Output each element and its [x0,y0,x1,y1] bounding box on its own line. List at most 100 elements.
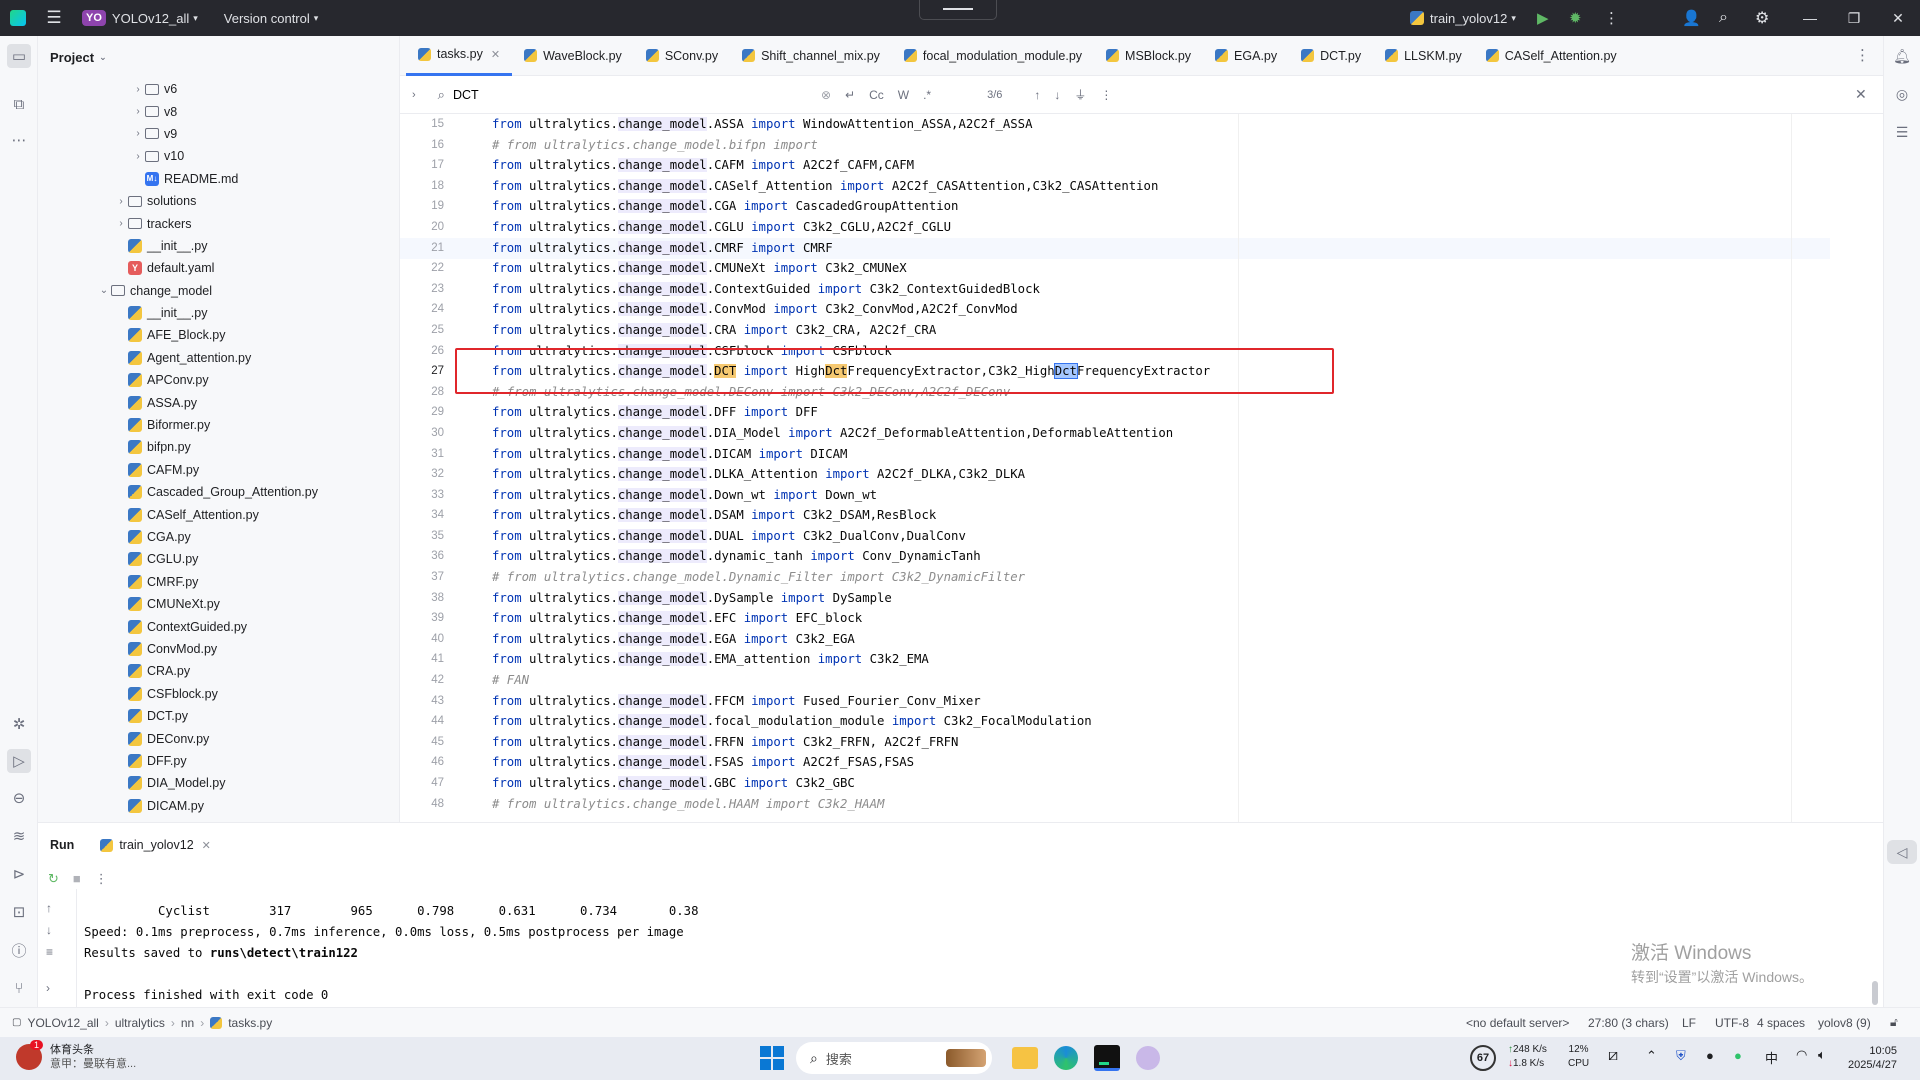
problems-icon[interactable]: ⓘ [7,938,31,962]
tree-file[interactable]: AFE_Block.py [38,324,398,346]
avatar-app-icon[interactable] [1136,1046,1160,1070]
tree-file[interactable]: Agent_attention.py [38,347,398,369]
wifi-icon[interactable]: ◠ [1796,1047,1807,1063]
chevron-right-icon[interactable]: › [131,128,145,139]
code-editor[interactable]: 15 16 17 18 19 20 21 22 23 24 25 26 27 28 29 30 31 32 33 34… [400,114,1883,822]
tablet-mode-icon[interactable]: ⧄ [1608,1047,1618,1065]
project-folder-icon[interactable]: ▭ [7,44,31,68]
code-line[interactable]: from ultralytics.change_model.CAFM impor… [492,155,1792,176]
notifications-bell-icon[interactable]: 🔔︎ [1890,44,1914,68]
tree-file[interactable]: CRA.py [38,660,398,682]
debug-bug-icon[interactable]: ✲ [7,712,31,736]
tree-folder[interactable]: › v9 [38,123,398,145]
tree-file[interactable]: Cascaded_Group_Attention.py [38,481,398,503]
find-more-icon[interactable]: ⋮ [1100,88,1112,102]
edge-browser-icon[interactable] [1054,1046,1078,1070]
indent-setting[interactable]: 4 spaces [1757,1016,1805,1030]
scroll-down-icon[interactable]: ↓ [46,923,53,937]
breadcrumb-item[interactable]: ultralytics [115,1016,165,1030]
tree-folder[interactable]: › v10 [38,145,398,167]
find-input[interactable] [452,87,753,102]
code-line[interactable]: from ultralytics.change_model.focal_modu… [492,711,1792,732]
whole-word-button[interactable]: W [898,88,909,102]
tree-folder[interactable]: › solutions [38,190,398,212]
run-tab[interactable]: train_yolov12 ✕ [100,838,211,852]
minimize-icon[interactable]: — [1788,10,1832,26]
editor-tab[interactable]: CASelf_Attention.py [1474,36,1629,76]
code-line[interactable]: from ultralytics.change_model.FFCM impor… [492,691,1792,712]
tree-file[interactable]: bifpn.py [38,436,398,458]
clear-search-icon[interactable]: ⊗ [821,88,831,102]
regex-button[interactable]: .* [923,88,931,102]
close-find-icon[interactable]: ✕ [1855,86,1867,103]
code-line[interactable]: from ultralytics.change_model.CGLU impor… [492,217,1792,238]
code-line[interactable]: from ultralytics.change_model.GBC import… [492,773,1792,794]
restore-icon[interactable]: ❐ [1832,10,1876,27]
editor-tab[interactable]: DCT.py [1289,36,1373,76]
tree-file[interactable]: CGLU.py [38,548,398,570]
close-icon[interactable]: ✕ [1876,10,1920,27]
code-line[interactable]: from ultralytics.change_model.DIA_Model … [492,423,1792,444]
clock[interactable]: 10:05 2025/4/27 [1848,1044,1897,1072]
code-content[interactable]: from ultralytics.change_model.ASSA impor… [492,114,1792,814]
tree-file[interactable]: ConvMod.py [38,638,398,660]
tree-file[interactable]: CMRF.py [38,571,398,593]
python-console-icon[interactable]: ⊖ [7,786,31,810]
next-match-icon[interactable]: ↓ [1054,88,1060,102]
services-icon[interactable]: ⊳ [7,862,31,886]
editor-tab[interactable]: focal_modulation_module.py [892,36,1094,76]
code-line[interactable]: from ultralytics.change_model.DFF import… [492,402,1792,423]
soft-wrap-icon[interactable]: ≡ [46,945,53,959]
code-line[interactable]: from ultralytics.change_model.DUAL impor… [492,526,1792,547]
code-line[interactable]: from ultralytics.change_model.DySample i… [492,588,1792,609]
chevron-right-icon[interactable]: › [131,106,145,117]
python-interpreter[interactable]: yolov8 (9) [1818,1016,1871,1030]
code-line[interactable]: from ultralytics.change_model.ConvMod im… [492,299,1792,320]
server-status[interactable]: <no default server> [1466,1016,1569,1030]
code-line[interactable]: from ultralytics.change_model.dynamic_ta… [492,546,1792,567]
code-line[interactable]: from ultralytics.change_model.CRA import… [492,320,1792,341]
project-panel-header[interactable]: Project ⌄ [38,36,399,78]
pycharm-logo-icon[interactable] [0,0,36,36]
run-config-selector[interactable]: train_yolov12 ▾ [1410,0,1516,36]
code-line[interactable]: # FAN [492,670,1792,691]
code-line[interactable]: from ultralytics.change_model.CMUNeXt im… [492,258,1792,279]
code-line[interactable]: from ultralytics.change_model.FRFN impor… [492,732,1792,753]
debug-icon[interactable]: ✹ [1569,0,1582,36]
editor-tab[interactable]: LLSKM.py [1373,36,1474,76]
tray-chevron-up-icon[interactable]: ⌃ [1646,1048,1657,1064]
database-icon[interactable]: ☰ [1890,120,1914,144]
code-line[interactable]: # from ultralytics.change_model.HAAM imp… [492,794,1792,815]
volume-icon[interactable]: 🔈︎ [1818,1047,1826,1063]
main-menu-icon[interactable]: ☰ [36,0,72,36]
lock-icon[interactable]: 🔓︎ [1890,1015,1898,1030]
layers-icon[interactable]: ≋ [7,824,31,848]
search-icon[interactable]: ⌕ [1719,0,1728,36]
chevron-right-icon[interactable]: › [131,84,145,95]
tree-file[interactable]: DICAM.py [38,795,398,817]
caret-position[interactable]: 27:80 (3 chars) [1588,1016,1669,1030]
results-path-link[interactable]: runs\detect\train122 [210,946,358,960]
editor-tab[interactable]: WaveBlock.py [512,36,634,76]
code-line[interactable]: from ultralytics.change_model.DLKA_Atten… [492,464,1792,485]
tabs-more-icon[interactable]: ⋮ [1855,46,1870,64]
close-tab-icon[interactable]: ✕ [202,839,211,852]
scroll-up-icon[interactable]: ↑ [46,901,53,915]
tree-file[interactable]: DFF.py [38,750,398,772]
window-grip[interactable] [919,0,997,20]
breadcrumb-item[interactable]: tasks.py [228,1016,272,1030]
code-line[interactable]: # from ultralytics.change_model.Dynamic_… [492,567,1792,588]
console-scrollbar[interactable] [1872,981,1878,1005]
editor-tab[interactable]: Shift_channel_mix.py [730,36,892,76]
editor-tab[interactable]: EGA.py [1203,36,1289,76]
tree-file[interactable]: CASelf_Attention.py [38,503,398,525]
code-line[interactable]: from ultralytics.change_model.EGA import… [492,629,1792,650]
tree-folder[interactable]: › v8 [38,100,398,122]
settings-gear-icon[interactable]: ⚙ [1755,0,1769,36]
code-line[interactable]: from ultralytics.change_model.DICAM impo… [492,444,1792,465]
tree-file[interactable]: Ydefault.yaml [38,257,398,279]
tree-file[interactable]: Biformer.py [38,414,398,436]
wechat-tray-icon[interactable]: ● [1734,1048,1742,1063]
chevron-right-icon[interactable]: › [114,196,128,207]
ai-assistant-icon[interactable]: ◎ [1890,82,1914,106]
